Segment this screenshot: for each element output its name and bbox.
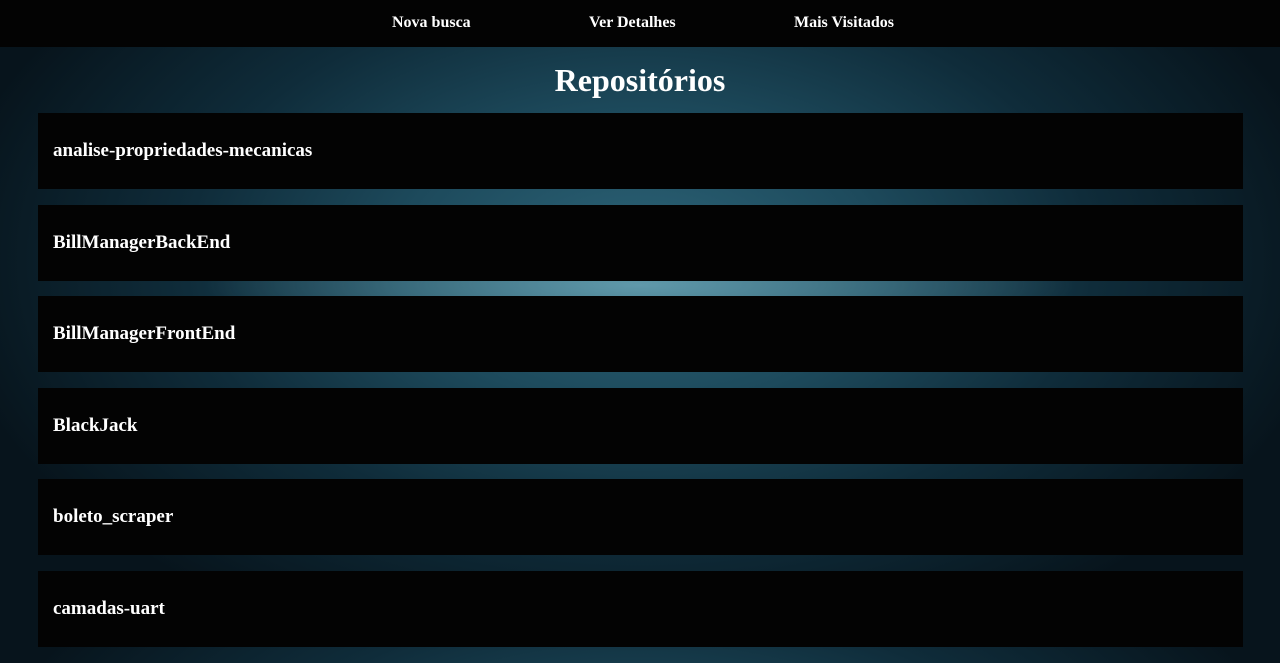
nav-link-mais-visitados[interactable]: Mais Visitados [794,0,894,45]
repository-name: BillManagerFrontEnd [53,323,236,345]
repository-name: analise-propriedades-mecanicas [53,140,313,161]
nav-link-ver-detalhes[interactable]: Ver Detalhes [589,0,676,45]
repository-item[interactable]: BillManagerBackEnd [38,204,1243,281]
repository-item[interactable]: analise-propriedades-mecanicas [38,113,1243,189]
nav-link-nova-busca[interactable]: Nova busca [392,0,471,45]
repository-name: boleto_scraper [53,506,174,528]
repository-list: analise-propriedades-mecanicas BillManag… [38,113,1243,663]
repository-name: BillManagerBackEnd [53,231,231,253]
repository-item[interactable]: BlackJack [38,387,1243,464]
page-title: Repositórios [554,62,726,98]
repository-item[interactable]: BillManagerFrontEnd [38,296,1243,373]
top-navbar: Nova busca Ver Detalhes Mais Visitados [0,0,1280,47]
repository-item[interactable]: boleto_scraper [38,479,1243,556]
repository-name: BlackJack [53,414,138,436]
repository-item[interactable]: camadas-uart [38,570,1243,647]
